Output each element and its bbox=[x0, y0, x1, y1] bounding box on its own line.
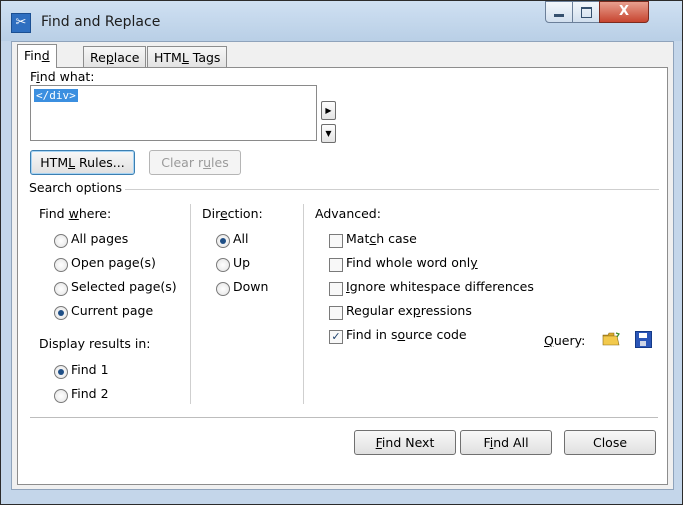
source-code-label[interactable]: Find in source code bbox=[346, 327, 467, 342]
display-results-radio-find2[interactable] bbox=[54, 389, 68, 403]
display-results-label: Display results in: bbox=[39, 336, 151, 351]
find-where-radio-current-page[interactable] bbox=[54, 306, 68, 320]
window-title: Find and Replace bbox=[41, 14, 161, 30]
maximize-button[interactable] bbox=[572, 1, 600, 23]
maximize-icon bbox=[581, 7, 592, 18]
close-icon: X bbox=[618, 4, 630, 19]
find-what-label: Find what: bbox=[30, 69, 95, 84]
find-where-label-current-page[interactable]: Current page bbox=[71, 303, 153, 318]
regex-checkbox[interactable] bbox=[329, 306, 343, 320]
whole-word-label[interactable]: Find whole word only bbox=[346, 255, 478, 270]
advanced-label: Advanced: bbox=[315, 206, 381, 221]
find-where-radio-all-pages[interactable] bbox=[54, 234, 68, 248]
direction-radio-all[interactable] bbox=[216, 234, 230, 248]
display-results-label-find1[interactable]: Find 1 bbox=[71, 362, 109, 377]
close-window-button[interactable]: X bbox=[599, 1, 649, 23]
find-what-value: </div> bbox=[34, 89, 78, 102]
ignore-whitespace-label[interactable]: Ignore whitespace differences bbox=[346, 279, 534, 294]
insert-special-button[interactable]: ▶ bbox=[321, 101, 336, 120]
title-bar[interactable]: ✂ Find and Replace X bbox=[1, 1, 682, 41]
search-options-header: Search options bbox=[29, 180, 122, 195]
dialog-client-area: Find Replace HTML Tags Find what: </div>… bbox=[11, 41, 674, 490]
source-code-checkbox[interactable]: ✓ bbox=[329, 330, 343, 344]
divider bbox=[303, 204, 304, 404]
close-button[interactable]: Close bbox=[564, 430, 656, 455]
tab-html-tags[interactable]: HTML Tags bbox=[147, 46, 228, 68]
direction-label: Direction: bbox=[202, 206, 263, 221]
display-results-radio-find1[interactable] bbox=[54, 365, 68, 379]
divider bbox=[125, 189, 659, 190]
find-where-label-open-pages[interactable]: Open page(s) bbox=[71, 255, 156, 270]
clear-rules-button[interactable]: Clear rules bbox=[149, 150, 241, 175]
find-all-button[interactable]: Find All bbox=[460, 430, 552, 455]
query-label: Query: bbox=[544, 333, 586, 348]
arrow-down-icon: ▼ bbox=[325, 129, 332, 138]
find-what-input[interactable]: </div> bbox=[30, 85, 317, 141]
find-where-radio-open-pages[interactable] bbox=[54, 258, 68, 272]
history-dropdown-button[interactable]: ▼ bbox=[321, 124, 336, 143]
scissors-icon: ✂ bbox=[11, 13, 31, 33]
whole-word-checkbox[interactable] bbox=[329, 258, 343, 272]
direction-label-down[interactable]: Down bbox=[233, 279, 268, 294]
html-rules-button[interactable]: HTML Rules... bbox=[30, 150, 135, 175]
save-icon[interactable] bbox=[635, 331, 652, 348]
ignore-whitespace-checkbox[interactable] bbox=[329, 282, 343, 296]
find-where-radio-selected-pages[interactable] bbox=[54, 282, 68, 296]
direction-label-all[interactable]: All bbox=[233, 231, 249, 246]
tab-find[interactable]: Find bbox=[17, 44, 57, 68]
find-tab-panel: Find what: </div> ▶ ▼ HTML Rules... Clea… bbox=[17, 67, 668, 485]
direction-radio-down[interactable] bbox=[216, 282, 230, 296]
find-where-label-all-pages[interactable]: All pages bbox=[71, 231, 128, 246]
display-results-label-find2[interactable]: Find 2 bbox=[71, 386, 109, 401]
regex-label[interactable]: Regular expressions bbox=[346, 303, 472, 318]
find-where-label: Find where: bbox=[39, 206, 112, 221]
arrow-right-icon: ▶ bbox=[325, 106, 332, 115]
minimize-icon bbox=[554, 14, 564, 17]
find-next-button[interactable]: Find Next bbox=[354, 430, 456, 455]
direction-radio-up[interactable] bbox=[216, 258, 230, 272]
tab-replace[interactable]: Replace bbox=[83, 46, 147, 68]
match-case-label[interactable]: Match case bbox=[346, 231, 417, 246]
find-where-label-selected-pages[interactable]: Selected page(s) bbox=[71, 279, 177, 294]
find-replace-window: ✂ Find and Replace X Find Replace HTML T… bbox=[0, 0, 683, 505]
divider bbox=[190, 204, 191, 404]
direction-label-up[interactable]: Up bbox=[233, 255, 250, 270]
match-case-checkbox[interactable] bbox=[329, 234, 343, 248]
open-folder-icon[interactable] bbox=[602, 332, 620, 346]
divider bbox=[30, 417, 658, 418]
minimize-button[interactable] bbox=[545, 1, 573, 23]
checkmark-icon: ✓ bbox=[331, 330, 341, 343]
